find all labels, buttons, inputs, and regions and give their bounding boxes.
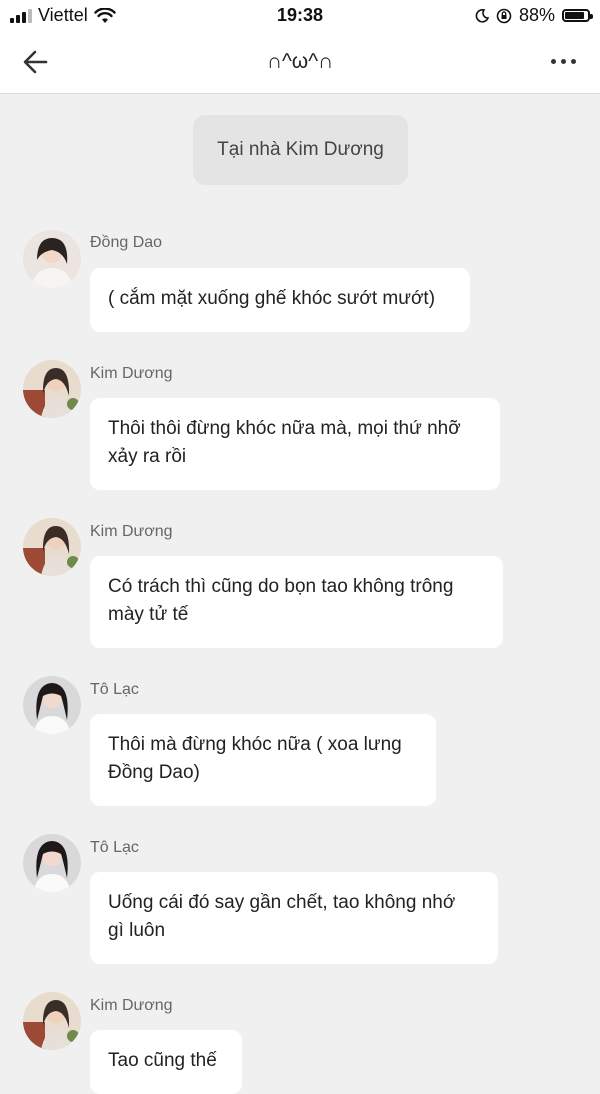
orientation-lock-icon xyxy=(496,8,512,23)
system-message: Tại nhà Kim Dương xyxy=(193,115,408,185)
avatar[interactable] xyxy=(23,676,81,734)
sender-name: Kim Dương xyxy=(90,365,173,382)
message-bubble[interactable]: Thôi thôi đừng khóc nữa mà, mọi thứ nhỡ … xyxy=(90,398,500,490)
chat-header: ∩^ω^∩ xyxy=(0,32,600,94)
message-bubble[interactable]: Có trách thì cũng do bọn tao không trông… xyxy=(90,556,503,648)
sender-name: Tô Lạc xyxy=(90,681,139,698)
chat-title: ∩^ω^∩ xyxy=(266,50,334,73)
avatar[interactable] xyxy=(23,360,81,418)
message-bubble[interactable]: Uống cái đó say gần chết, tao không nhớ … xyxy=(90,872,498,964)
status-right: 88% xyxy=(475,5,593,26)
avatar[interactable] xyxy=(23,230,81,288)
sender-name: Tô Lạc xyxy=(90,839,139,856)
message-bubble[interactable]: ( cắm mặt xuống ghế khóc sướt mướt) xyxy=(90,268,470,332)
sender-name: Kim Dương xyxy=(90,997,173,1014)
battery-level-fill xyxy=(565,12,584,19)
more-dots-icon[interactable] xyxy=(551,59,576,64)
avatar[interactable] xyxy=(23,518,81,576)
avatar[interactable] xyxy=(23,992,81,1050)
battery-icon xyxy=(562,9,593,22)
message-bubble[interactable]: Tao cũng thế xyxy=(90,1030,242,1094)
avatar[interactable] xyxy=(23,834,81,892)
sender-name: Đồng Dao xyxy=(90,234,163,251)
moon-icon xyxy=(475,8,489,23)
status-bar: Viettel 19:38 88% xyxy=(0,0,600,32)
sender-name: Kim Dương xyxy=(90,523,173,540)
message-bubble[interactable]: Thôi mà đừng khóc nữa ( xoa lưng Đồng Da… xyxy=(90,714,436,806)
battery-percent: 88% xyxy=(518,5,555,25)
